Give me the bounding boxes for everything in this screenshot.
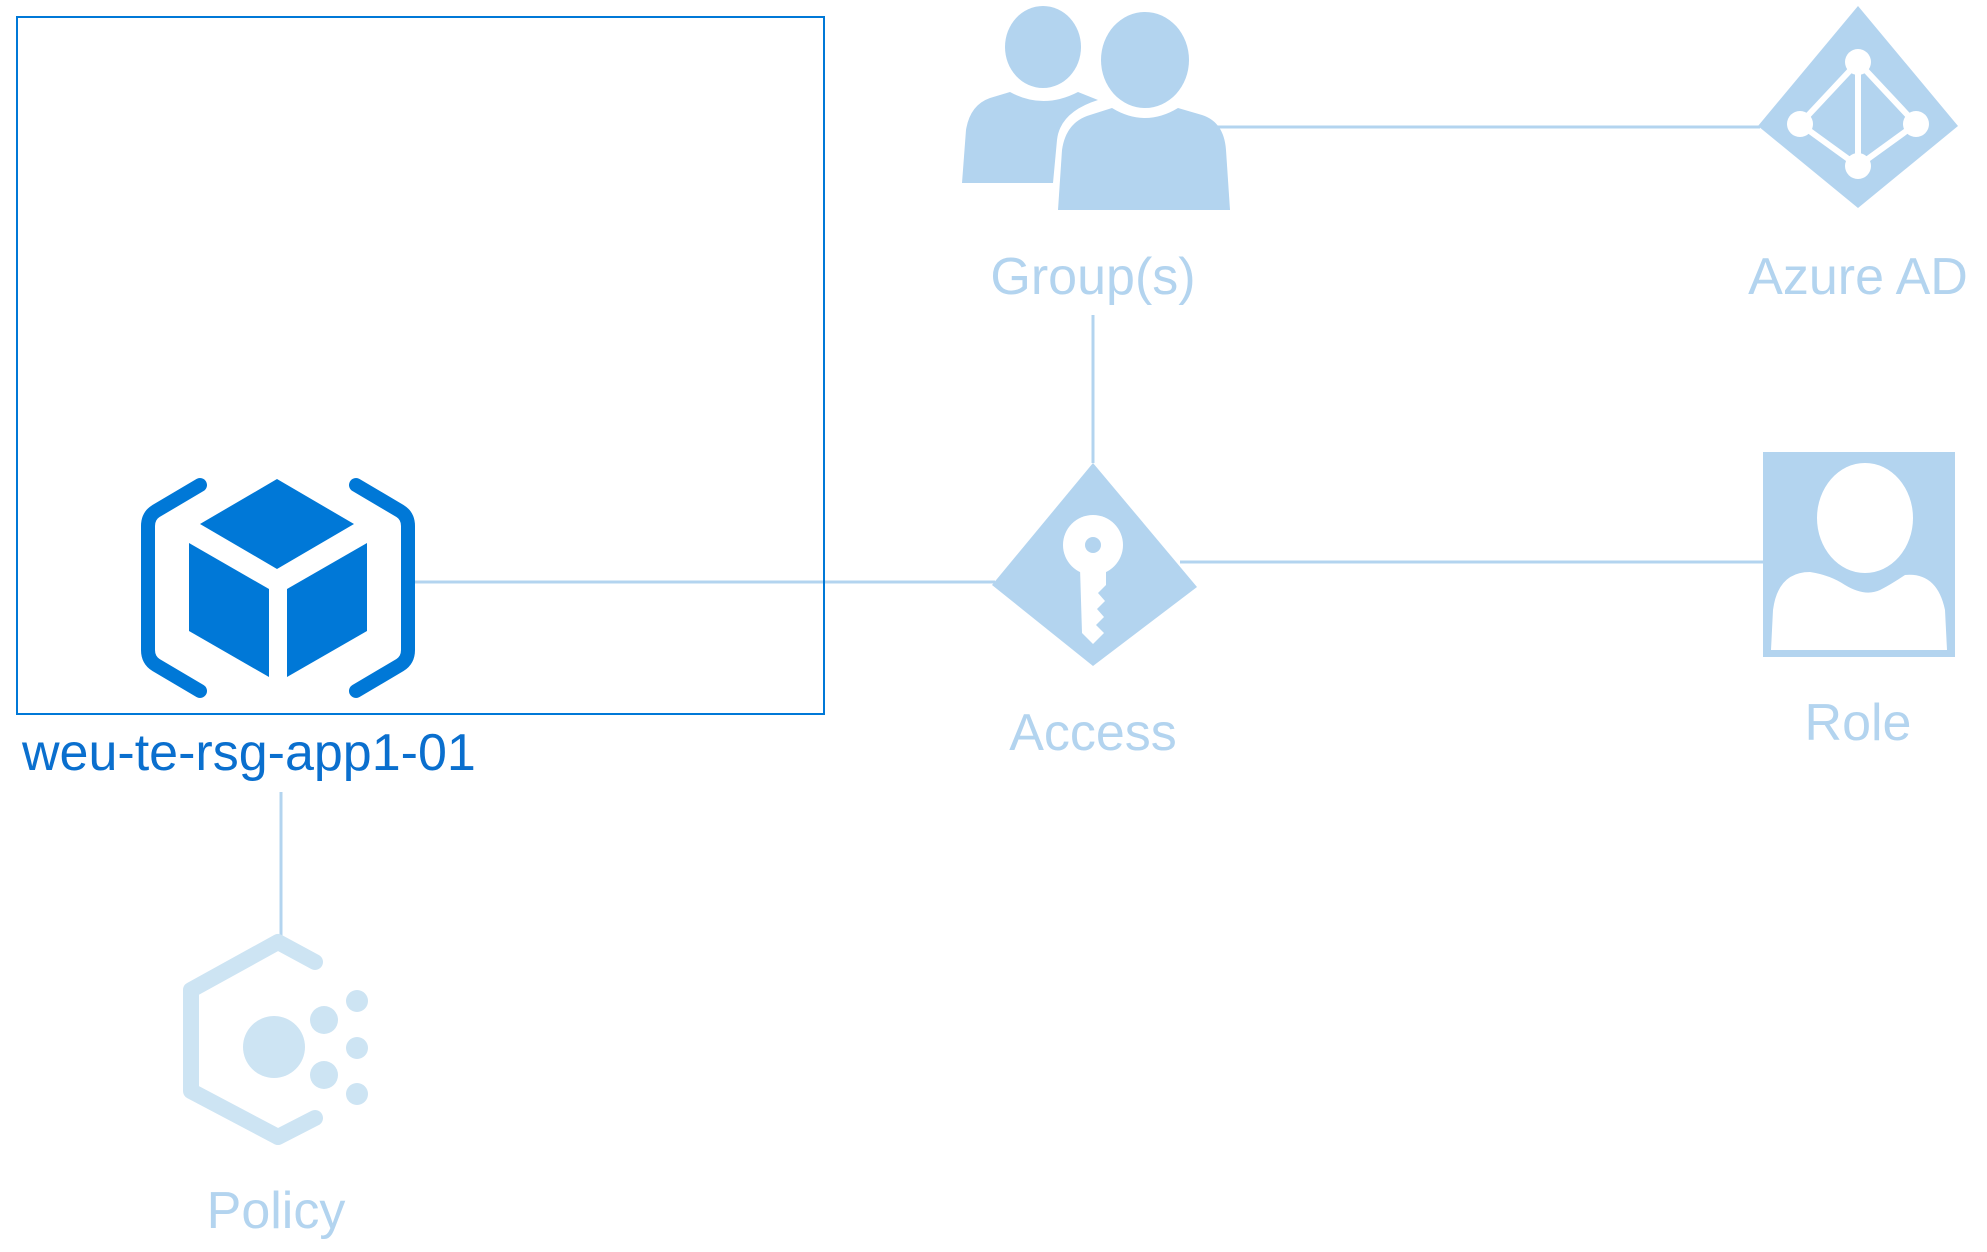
role-label: Role xyxy=(1805,694,1912,752)
policy-hexagon-icon xyxy=(183,934,368,1145)
access-label: Access xyxy=(1009,704,1177,762)
resource-group-cube-icon xyxy=(141,478,415,698)
azure-ad-diamond-icon xyxy=(1758,6,1958,208)
resource-group-box xyxy=(16,16,825,715)
azure-ad-label: Azure AD xyxy=(1748,248,1968,306)
users-icon xyxy=(962,6,1230,210)
key-diamond-icon xyxy=(992,463,1197,666)
resource-group-label: weu-te-rsg-app1-01 xyxy=(21,724,476,782)
access-diagram: weu-te-rsg-app1-01 Group(s) Azure AD Acc… xyxy=(16,6,1968,1240)
user-role-icon xyxy=(1763,452,1955,657)
policy-label: Policy xyxy=(207,1182,346,1240)
groups-label: Group(s) xyxy=(990,248,1195,306)
